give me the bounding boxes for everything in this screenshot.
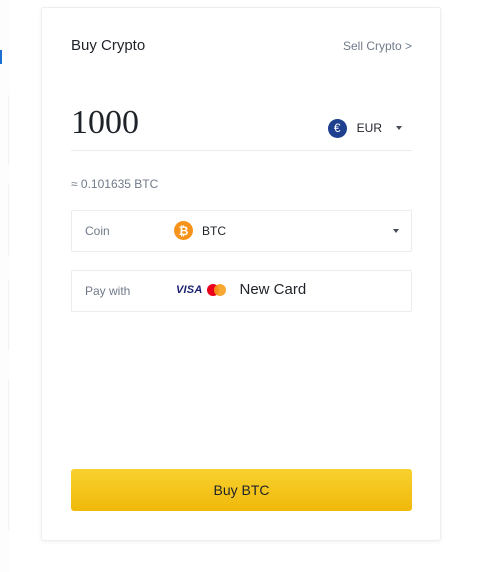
bitcoin-icon: ₿	[174, 221, 193, 240]
payment-method-select[interactable]: Pay with VISA New Card	[71, 270, 412, 312]
background-divider	[8, 95, 9, 165]
page: Buy Crypto Sell Crypto > 1000 € EUR ≈ 0.…	[0, 0, 500, 572]
coin-value: ₿ BTC	[174, 221, 226, 240]
buy-crypto-card: Buy Crypto Sell Crypto > 1000 € EUR ≈ 0.…	[41, 7, 441, 541]
amount-input[interactable]: 1000	[71, 104, 139, 142]
mastercard-icon	[207, 283, 227, 296]
coin-code: BTC	[202, 223, 226, 238]
background-accent-tick	[0, 50, 2, 64]
background-divider	[8, 185, 9, 255]
currency-code: EUR	[356, 121, 382, 135]
coin-select[interactable]: Coin ₿ BTC	[71, 210, 412, 252]
payment-method-value: VISA New Card	[176, 281, 306, 298]
pay-with-label: Pay with	[85, 284, 131, 298]
card-title: Buy Crypto	[71, 37, 146, 54]
euro-icon: €	[327, 118, 347, 138]
sell-crypto-link[interactable]: Sell Crypto >	[343, 39, 412, 53]
chevron-down-icon	[393, 229, 399, 233]
chevron-down-icon	[396, 126, 402, 130]
coin-label: Coin	[85, 224, 110, 238]
visa-icon: VISA	[176, 283, 203, 296]
payment-method-text: New Card	[239, 281, 307, 298]
buy-button[interactable]: Buy BTC	[71, 469, 412, 511]
conversion-estimate: ≈ 0.101635 BTC	[71, 177, 159, 191]
currency-select[interactable]: € EUR	[327, 117, 402, 139]
amount-row: 1000 € EUR	[71, 98, 412, 151]
background-divider	[8, 280, 9, 350]
background-divider	[8, 380, 9, 530]
